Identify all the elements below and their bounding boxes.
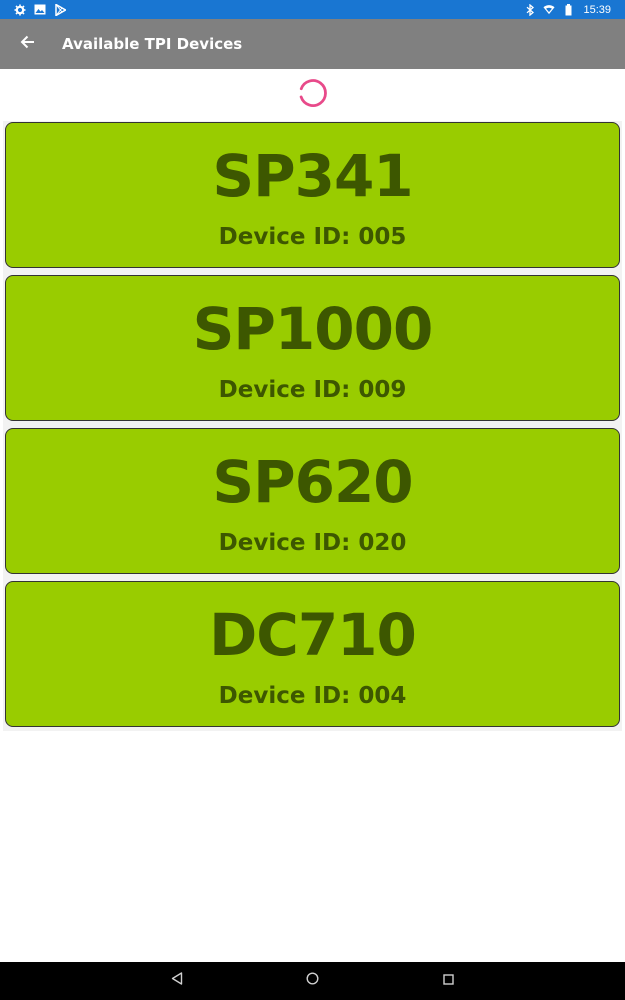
device-name: SP620 [212,448,413,516]
navigation-bar [0,962,625,1000]
device-list: SP341 Device ID: 005 SP1000 Device ID: 0… [3,121,622,731]
device-id: Device ID: 009 [218,377,407,403]
play-store-icon [54,3,66,16]
settings-icon [14,4,26,16]
nav-back-button[interactable] [165,969,189,993]
device-name: DC710 [209,601,417,669]
device-card[interactable]: SP620 Device ID: 020 [5,428,620,574]
back-triangle-icon [171,972,183,990]
back-button[interactable] [0,19,56,69]
home-circle-icon [306,972,319,990]
device-card[interactable]: DC710 Device ID: 004 [5,581,620,727]
device-card[interactable]: SP341 Device ID: 005 [5,122,620,268]
nav-recents-button[interactable] [437,969,461,993]
spinner-icon [296,76,330,115]
wifi-icon [543,4,556,16]
arrow-left-icon [20,34,36,55]
device-name: SP341 [212,142,413,210]
status-right-icons: 15:39 [524,3,611,16]
image-icon [34,4,46,16]
device-card[interactable]: SP1000 Device ID: 009 [5,275,620,421]
loading-indicator [0,69,625,121]
status-bar: 15:39 [0,0,625,19]
device-id: Device ID: 004 [218,683,407,709]
page-title: Available TPI Devices [62,35,243,53]
status-left-icons [14,3,66,16]
recents-square-icon [443,972,454,990]
device-id: Device ID: 005 [218,224,407,250]
battery-icon [562,3,574,16]
device-name: SP1000 [192,295,434,363]
bluetooth-icon [524,3,536,16]
nav-home-button[interactable] [301,969,325,993]
app-bar: Available TPI Devices [0,19,625,69]
device-id: Device ID: 020 [218,530,407,556]
status-time: 15:39 [583,3,611,16]
